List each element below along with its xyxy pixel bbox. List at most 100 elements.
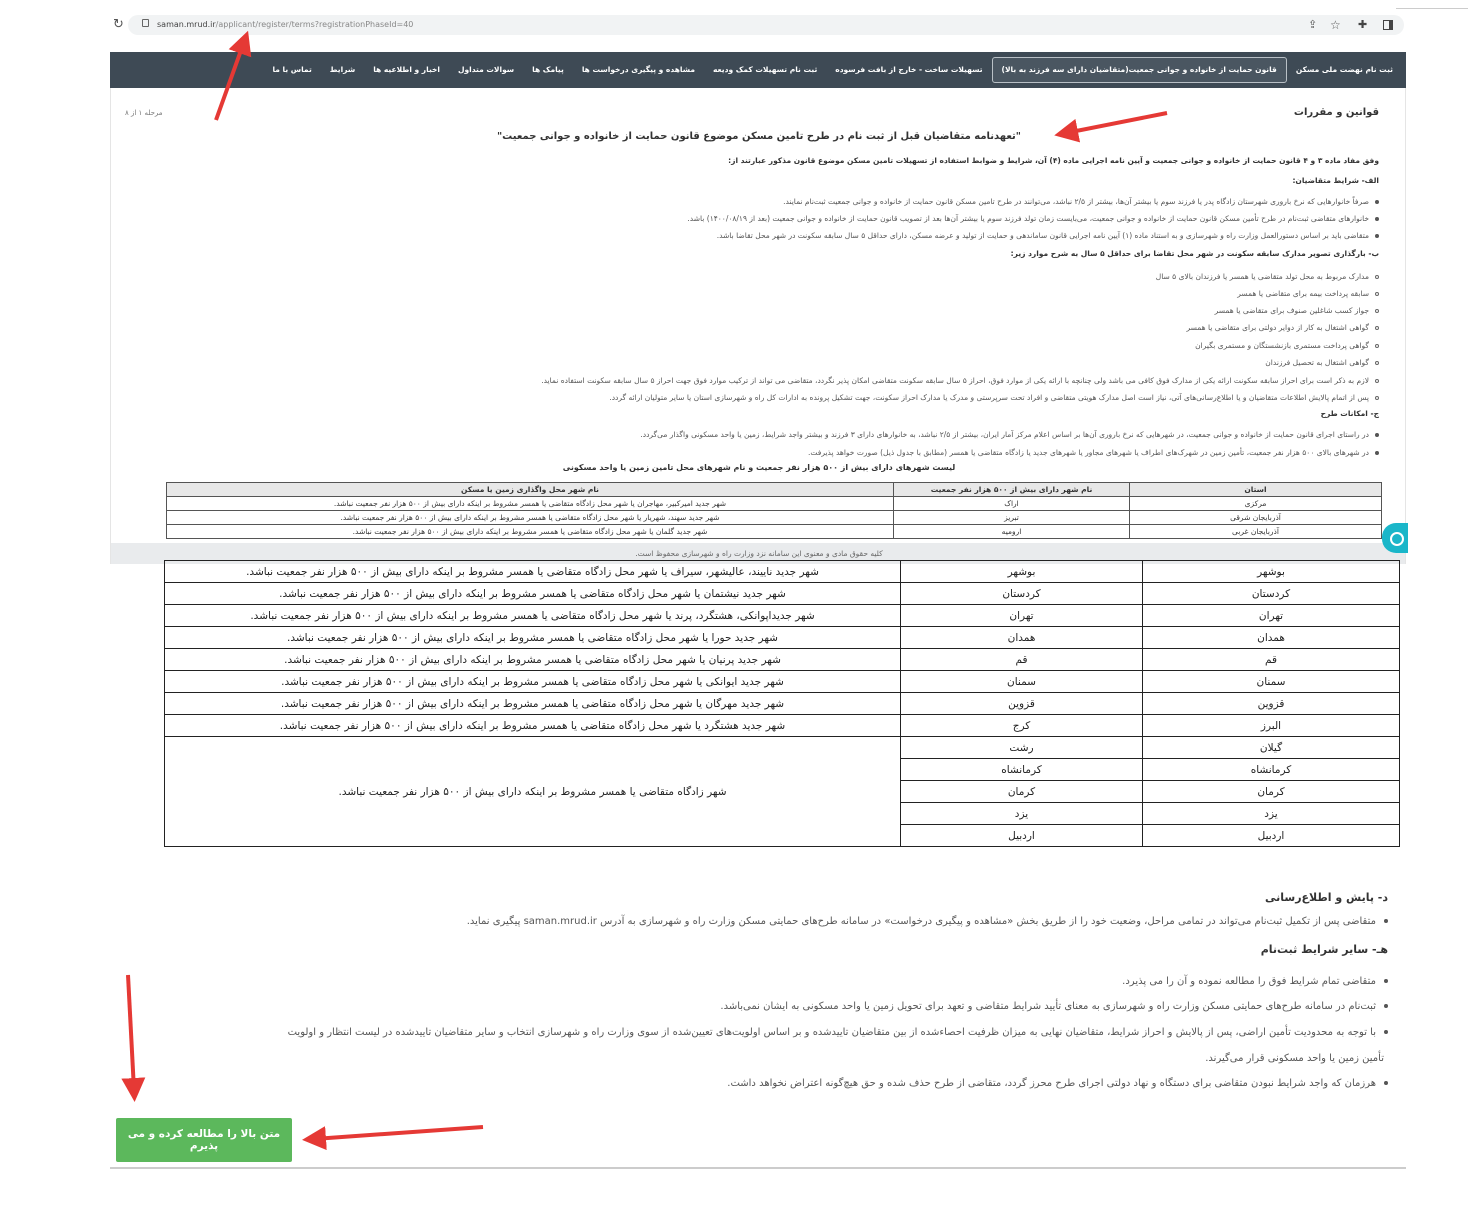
table-cell: شهر جدید هشتگرد یا شهر محل زادگاه متقاضی… bbox=[164, 714, 901, 737]
table-row: قزوین قزوین شهر جدید مهرگان یا شهر محل زاد… bbox=[164, 692, 1400, 715]
table-cell: یزد bbox=[900, 802, 1143, 825]
cities-table-continued: بوشهر بوشهر شهر جدید ناییند، عالیشهر، سیرا… bbox=[164, 560, 1400, 847]
table-cell: کرمانشاه bbox=[1142, 758, 1400, 781]
table-header-row: استان نام شهر دارای بیش از ۵۰۰ هزار نفر … bbox=[166, 482, 1382, 497]
nav-item-faq[interactable]: سوالات متداول bbox=[449, 58, 523, 82]
bullet-icon bbox=[1375, 379, 1379, 383]
list-item: خانوارهای متقاضی ثبت‌نام در طرح تأمین مس… bbox=[687, 213, 1379, 224]
list-item: ثبت‌نام در سامانه طرح‌های حمایتی مسکن وز… bbox=[720, 1001, 1388, 1012]
nav-item-family-law[interactable]: قانون حمایت از خانواده و جوانی جمعیت(متق… bbox=[991, 57, 1287, 83]
table-cell: شهر جدید سهند، شهریار یا شهر محل زادگاه … bbox=[166, 510, 894, 525]
reload-icon[interactable]: ↻ bbox=[113, 15, 124, 35]
bullet-icon bbox=[1375, 451, 1379, 455]
cities-table: استان نام شهر دارای بیش از ۵۰۰ هزار نفر … bbox=[166, 482, 1382, 539]
nav-item-conditions[interactable]: شرایط bbox=[321, 58, 364, 82]
table-cell: قزوین bbox=[1142, 692, 1400, 715]
table-cell: اراک bbox=[893, 496, 1130, 511]
table-cell: البرز bbox=[1142, 714, 1400, 737]
bullet-icon bbox=[1375, 292, 1379, 296]
list-item: متقاضی باید بر اساس دستورالعمل وزارت راه… bbox=[717, 230, 1379, 241]
main-nav: ثبت نام نهضت ملی مسکن قانون حمایت از خان… bbox=[110, 52, 1406, 88]
url-path: /applicant/register/terms?registrationPh… bbox=[215, 20, 414, 29]
table-cell: قم bbox=[1142, 648, 1400, 671]
table-row: مرکزی اراک شهر جدید امیرکبیر، مهاجران یا… bbox=[166, 496, 1382, 511]
table-cell: قزوین bbox=[900, 692, 1143, 715]
list-item-continuation: تأمین زمین یا واحد مسکونی قرار می‌گیرند. bbox=[1205, 1053, 1384, 1064]
table-row: البرز کرج شهر جدید هشتگرد یا شهر محل زادگا… bbox=[164, 714, 1400, 737]
list-item: متقاضی تمام شرایط فوق را مطالعه نموده و … bbox=[1122, 976, 1388, 987]
bullet-icon bbox=[1384, 1030, 1388, 1034]
section-c-heading: ج- امکانات طرح bbox=[1320, 409, 1379, 418]
bullet-icon bbox=[1375, 309, 1379, 313]
list-item: هرزمان که واجد شرایط نبودن متقاضی برای د… bbox=[727, 1078, 1388, 1089]
table-cell: کرمانشاه bbox=[900, 758, 1143, 781]
table-cell: شهر جدید پرنیان یا شهر محل زادگاه متقاضی… bbox=[164, 648, 901, 671]
list-item: مدارک مربوط به محل تولد متقاضی یا همسر ی… bbox=[1156, 271, 1379, 282]
bullet-icon bbox=[1384, 1004, 1388, 1008]
table-row: همدان همدان شهر جدید حورا یا شهر محل زادگا… bbox=[164, 626, 1400, 649]
list-item: گواهی اشتغال به تحصیل فرزندان bbox=[1265, 357, 1379, 368]
table-cell: شهر جدید مهرگان یا شهر محل زادگاه متقاضی… bbox=[164, 692, 901, 715]
bullet-icon bbox=[1375, 217, 1379, 221]
table-cell: سمنان bbox=[1142, 670, 1400, 693]
table-cell: شهر جدید حورا یا شهر محل زادگاه متقاضی ی… bbox=[164, 626, 901, 649]
nav-item-construction-loan[interactable]: تسهیلات ساخت - خارج از بافت فرسوده bbox=[826, 58, 991, 82]
url-text[interactable]: saman.mrud.ir/applicant/register/terms?r… bbox=[157, 15, 413, 35]
bullet-icon bbox=[1384, 979, 1388, 983]
bullet-icon bbox=[1384, 1081, 1388, 1085]
table-cell: شهر جدید ایوانکی یا شهر محل زادگاه متقاض… bbox=[164, 670, 901, 693]
list-item: جواز کسب شاغلین صنوف برای متقاضی یا همسر bbox=[1215, 305, 1379, 316]
table-cell: آذربایجان شرقی bbox=[1129, 510, 1382, 525]
section-a-heading: الف- شرایط متقاضیان: bbox=[1292, 176, 1379, 185]
table-row: سمنان سمنان شهر جدید ایوانکی یا شهر محل زا… bbox=[164, 670, 1400, 693]
table-cell: ارومیه bbox=[893, 524, 1130, 539]
bullet-icon bbox=[1375, 326, 1379, 330]
step-indicator: مرحله ۱ از ۸ bbox=[125, 109, 163, 117]
chat-support-icon[interactable] bbox=[1382, 523, 1408, 553]
table-cell: گیلان bbox=[1142, 736, 1400, 759]
bullet-icon bbox=[1375, 433, 1379, 437]
list-item: گواهی پرداخت مستمری بازنشستگان و مستمری … bbox=[1195, 340, 1379, 351]
table-cell-merged: شهر زادگاه متقاضی یا همسر مشروط بر اینکه… bbox=[164, 736, 901, 847]
nav-item-track-requests[interactable]: مشاهده و پیگیری درخواست ها bbox=[573, 58, 704, 82]
list-item: با توجه به محدودیت تأمین اراضی، پس از پا… bbox=[288, 1027, 1388, 1038]
table-cell: همدان bbox=[1142, 626, 1400, 649]
table-cell: تهران bbox=[1142, 604, 1400, 627]
table-row: گیلان رشت شهر زادگاه متقاضی یا همسر مشروط … bbox=[164, 736, 1400, 847]
table-cell: همدان bbox=[900, 626, 1143, 649]
nav-item-sms[interactable]: پیامک ها bbox=[523, 58, 573, 82]
bookmark-star-icon[interactable]: ☆ bbox=[1330, 15, 1341, 35]
url-host: saman.mrud.ir bbox=[157, 20, 216, 29]
table-cell: بوشهر bbox=[900, 560, 1143, 583]
share-icon[interactable]: ⇪ bbox=[1308, 15, 1317, 35]
lock-icon[interactable] bbox=[142, 19, 149, 27]
terms-panel: قوانین و مقررات مرحله ۱ از ۸ "تعهدنامه م… bbox=[110, 88, 1406, 564]
nav-item-deposit-loan[interactable]: ثبت نام تسهیلات کمک ودیعه bbox=[704, 58, 826, 82]
list-item: پس از اتمام پالایش اطلاعات متقاضیان و یا… bbox=[609, 392, 1379, 403]
accept-terms-button[interactable]: متن بالا را مطالعه کرده و می پذیرم bbox=[116, 1118, 292, 1162]
nav-item-contact[interactable]: تماس با ما bbox=[263, 58, 320, 82]
table-row: آذربایجان شرقی تبریز شهر جدید سهند، شهری… bbox=[166, 510, 1382, 525]
nav-item-news[interactable]: اخبار و اطلاعیه ها bbox=[364, 58, 449, 82]
table-cell: کرج bbox=[900, 714, 1143, 737]
document-heading: "تعهدنامه متقاضیان قبل از ثبت نام در طرح… bbox=[496, 131, 1022, 142]
table-row: تهران تهران شهر جدیداپوانکی، هشتگرد، پرند … bbox=[164, 604, 1400, 627]
list-item: متقاضی پس از تکمیل ثبت‌نام می‌تواند در ت… bbox=[467, 916, 1388, 927]
table-cell: شهر جدید گلمان یا شهر محل زادگاه متقاضی … bbox=[166, 524, 894, 539]
nav-item-national-housing[interactable]: ثبت نام نهضت ملی مسکن bbox=[1287, 58, 1402, 82]
bullet-icon bbox=[1375, 396, 1379, 400]
table-cell: قم bbox=[900, 648, 1143, 671]
table-cell: بوشهر bbox=[1142, 560, 1400, 583]
table-cell: شهر جدید ناییند، عالیشهر، سیراف یا شهر م… bbox=[164, 560, 901, 583]
table-cell: سمنان bbox=[900, 670, 1143, 693]
table-caption: لیست شهرهای دارای بیش از ۵۰۰ هزار نفر جم… bbox=[562, 463, 956, 472]
bullet-icon bbox=[1375, 234, 1379, 238]
divider bbox=[110, 1167, 1406, 1169]
table-cell: شهر جدید نیشتمان یا شهر محل زادگاه متقاض… bbox=[164, 582, 901, 605]
extensions-puzzle-icon[interactable]: ✚ bbox=[1358, 15, 1367, 35]
divider bbox=[1396, 8, 1468, 9]
table-cell: کردستان bbox=[1142, 582, 1400, 605]
side-panel-icon[interactable] bbox=[1383, 20, 1393, 30]
table-row: آذربایجان غربی ارومیه شهر جدید گلمان یا … bbox=[166, 524, 1382, 539]
intro-paragraph: وفق مفاد ماده ۳ و ۴ قانون حمایت از خانوا… bbox=[728, 156, 1379, 165]
